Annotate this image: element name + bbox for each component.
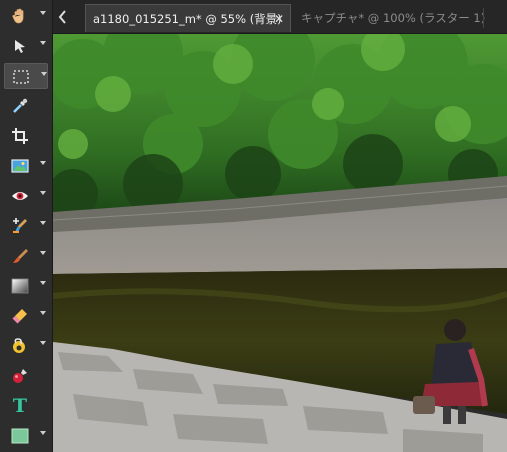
picture-icon: [10, 156, 30, 176]
gradient-icon: [10, 276, 30, 296]
text-tool[interactable]: T: [4, 393, 48, 419]
tab-capture-document[interactable]: キャプチャ* @ 100% (ラスター 1): [293, 4, 507, 32]
eye-icon: [10, 186, 30, 206]
brush-adjust-tool[interactable]: [4, 213, 48, 239]
bucket-icon: [10, 336, 30, 356]
tab-divider: [483, 8, 484, 28]
eraser-icon: [10, 306, 30, 326]
document-tab-bar: a1180_015251_m* @ 55% (背景) ✕ キャプチャ* @ 10…: [53, 0, 507, 34]
photo-river-scene: [53, 34, 507, 452]
tools-panel: T: [0, 0, 53, 452]
image-canvas[interactable]: [53, 34, 507, 452]
image-tool[interactable]: [4, 153, 48, 179]
arrow-icon: [10, 36, 30, 56]
text-icon: T: [12, 395, 28, 417]
hand-icon: [10, 6, 30, 26]
eyedropper-tool[interactable]: [4, 93, 48, 119]
redeye-tool[interactable]: [4, 183, 48, 209]
shape-tool[interactable]: [4, 423, 48, 449]
move-tool[interactable]: [4, 33, 48, 59]
brush-plus-icon: [10, 216, 30, 236]
fill-tool[interactable]: [4, 333, 48, 359]
crop-tool[interactable]: [4, 123, 48, 149]
eraser-tool[interactable]: [4, 303, 48, 329]
tab-active-document[interactable]: a1180_015251_m* @ 55% (背景) ✕: [85, 4, 291, 32]
dodge-tool[interactable]: [4, 363, 48, 389]
tab-title: キャプチャ* @ 100% (ラスター 1): [301, 11, 486, 25]
gradient-tool[interactable]: [4, 273, 48, 299]
close-icon[interactable]: ✕: [274, 5, 284, 33]
rect-select-icon: [11, 67, 31, 87]
pin-icon: [10, 366, 30, 386]
eyedropper-icon: [10, 96, 30, 116]
paintbrush-icon: [10, 246, 30, 266]
tab-title: a1180_015251_m* @ 55% (背景): [93, 12, 282, 26]
shape-icon: [10, 426, 30, 446]
chevron-left-icon[interactable]: [53, 0, 73, 33]
marquee-tool[interactable]: [4, 63, 48, 89]
crop-icon: [10, 126, 30, 146]
paintbrush-tool[interactable]: [4, 243, 48, 269]
hand-tool[interactable]: [4, 3, 48, 29]
